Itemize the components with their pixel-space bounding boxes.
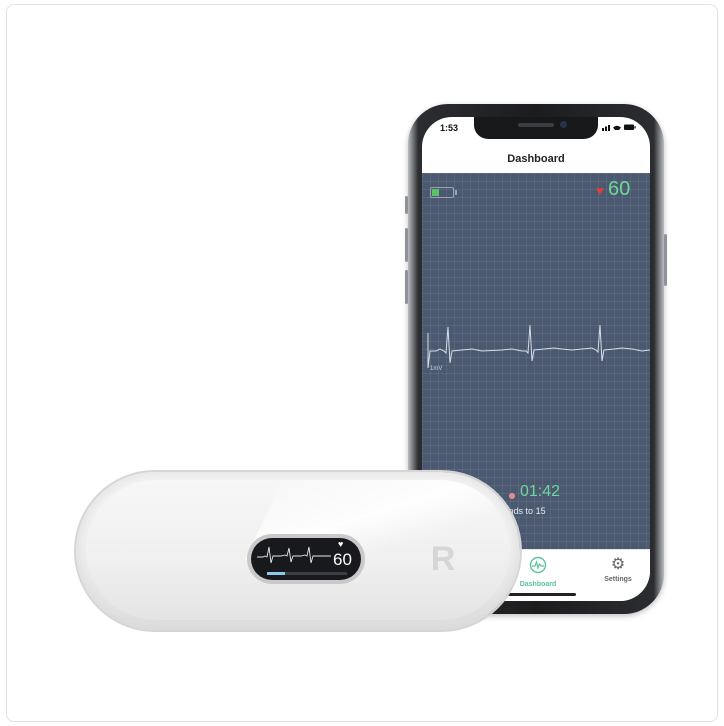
gear-icon: ⚙ [610,556,626,573]
speaker-grille [518,123,554,127]
device-body: ♥ 60 R [86,480,510,620]
device-display: ♥ 60 [251,538,361,580]
brand-logo: R [430,540,456,578]
side-button [664,234,667,286]
tab-settings-label: Settings [604,576,632,583]
heart-icon: ♥ [596,183,604,198]
home-indicator [496,593,576,596]
heart-rate-value: 60 [608,178,631,200]
device-heart-icon: ♥ [338,539,344,549]
volume-down-button [405,270,408,304]
recording-timer: 01:42 [520,483,561,500]
status-icons [602,123,636,133]
page-title: Dashboard [507,153,565,165]
battery-icon [430,187,457,198]
tab-dashboard-label: Dashboard [519,581,557,588]
device-heart-rate: 60 [333,550,352,569]
status-time: 1:53 [440,123,459,133]
mute-switch [405,196,408,214]
device-ecg-waveform [257,546,331,564]
ecg-recorder-device: ♥ 60 R [76,472,520,630]
ecg-waveform [427,324,650,369]
phone-notch [474,117,598,139]
tab-settings[interactable]: ⚙ Settings [588,556,648,583]
device-progress-bar [267,572,347,575]
device-screen-bezel: ♥ 60 [247,534,365,584]
volume-up-button [405,228,408,262]
front-camera [560,121,567,128]
signal-wifi-battery-icon [602,124,636,131]
mv-scale-label: 1mV [430,366,443,372]
